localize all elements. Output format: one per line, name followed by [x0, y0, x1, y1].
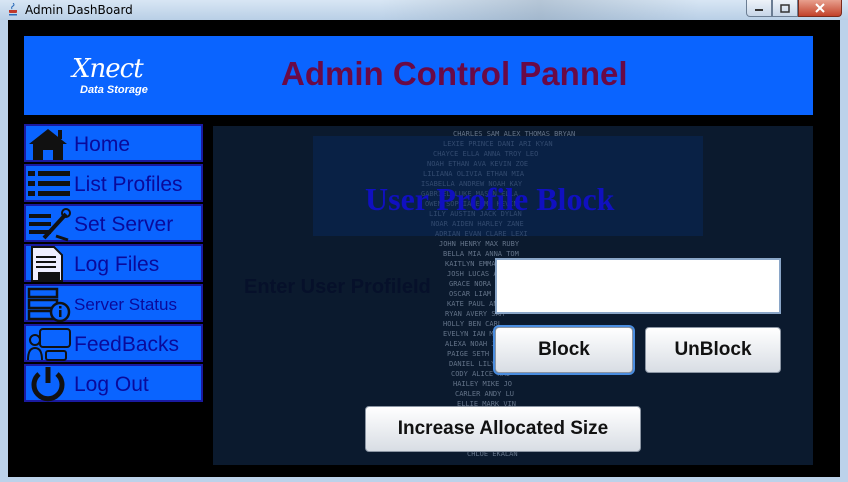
title-bar[interactable]: Admin DashBoard — [0, 0, 848, 20]
sidebar-item-label: Home — [74, 133, 131, 156]
home-icon — [29, 129, 67, 160]
window-controls — [746, 0, 842, 18]
section-title: User Profile Block — [365, 181, 615, 217]
sidebar-item-log-out[interactable]: Log Out — [24, 364, 203, 402]
client-area: Xnect Data Storage Admin Control Pannel … — [8, 20, 840, 477]
window-title: Admin DashBoard — [25, 3, 133, 17]
sidebar-item-log-files[interactable]: Log Files — [24, 244, 203, 282]
list-icon — [28, 171, 70, 196]
sidebar-item-label: Server Status — [74, 295, 177, 314]
profile-id-input[interactable] — [495, 258, 781, 314]
log-file-icon — [31, 246, 63, 282]
main-panel: CHARLES SAM ALEX THOMAS BRYAN LEXIE PRIN… — [213, 126, 813, 465]
close-button[interactable] — [798, 0, 842, 17]
server-status-icon — [27, 287, 71, 322]
increase-allocated-size-button[interactable]: Increase Allocated Size — [365, 406, 641, 452]
java-icon — [9, 3, 17, 16]
maximize-button[interactable] — [772, 0, 798, 17]
sidebar-item-server-status[interactable]: Server Status — [24, 284, 203, 322]
minimize-icon — [755, 9, 763, 11]
maximize-icon — [780, 3, 790, 13]
block-button[interactable]: Block — [495, 327, 633, 373]
sidebar-item-label: Log Files — [74, 253, 160, 276]
power-icon — [31, 367, 65, 402]
unblock-button[interactable]: UnBlock — [645, 327, 781, 373]
tools-icon — [29, 208, 71, 242]
page-title: Admin Control Pannel — [281, 55, 628, 92]
sidebar-item-feedbacks[interactable]: FeedBacks — [24, 324, 203, 362]
section-header: User Profile Block — [313, 136, 703, 236]
profile-id-label: Enter User ProfileId — [244, 276, 431, 298]
close-icon — [815, 3, 825, 13]
sidebar-item-list-profiles[interactable]: List Profiles — [24, 164, 203, 202]
header-banner: Xnect Data Storage Admin Control Pannel — [24, 36, 813, 115]
sidebar-item-set-server[interactable]: Set Server — [24, 204, 203, 242]
feedback-icon — [27, 328, 71, 361]
xnect-logo: Xnect Data Storage — [72, 54, 162, 104]
sidebar-item-label: FeedBacks — [74, 333, 180, 356]
minimize-button[interactable] — [746, 0, 772, 17]
sidebar-item-label: Set Server — [74, 213, 174, 236]
sidebar-item-home[interactable]: Home — [24, 124, 203, 162]
sidebar-item-label: Log Out — [74, 373, 149, 396]
logo-main-text: Xnect — [72, 54, 144, 84]
logo-sub-text: Data Storage — [80, 84, 148, 96]
app-window: Admin DashBoard Xnect Data Storage Admin… — [0, 0, 848, 482]
sidebar-item-label: List Profiles — [74, 173, 183, 196]
title-bar-blur — [380, 0, 700, 20]
sidebar-nav: Home List Profiles Set Server Log Files … — [24, 124, 203, 404]
